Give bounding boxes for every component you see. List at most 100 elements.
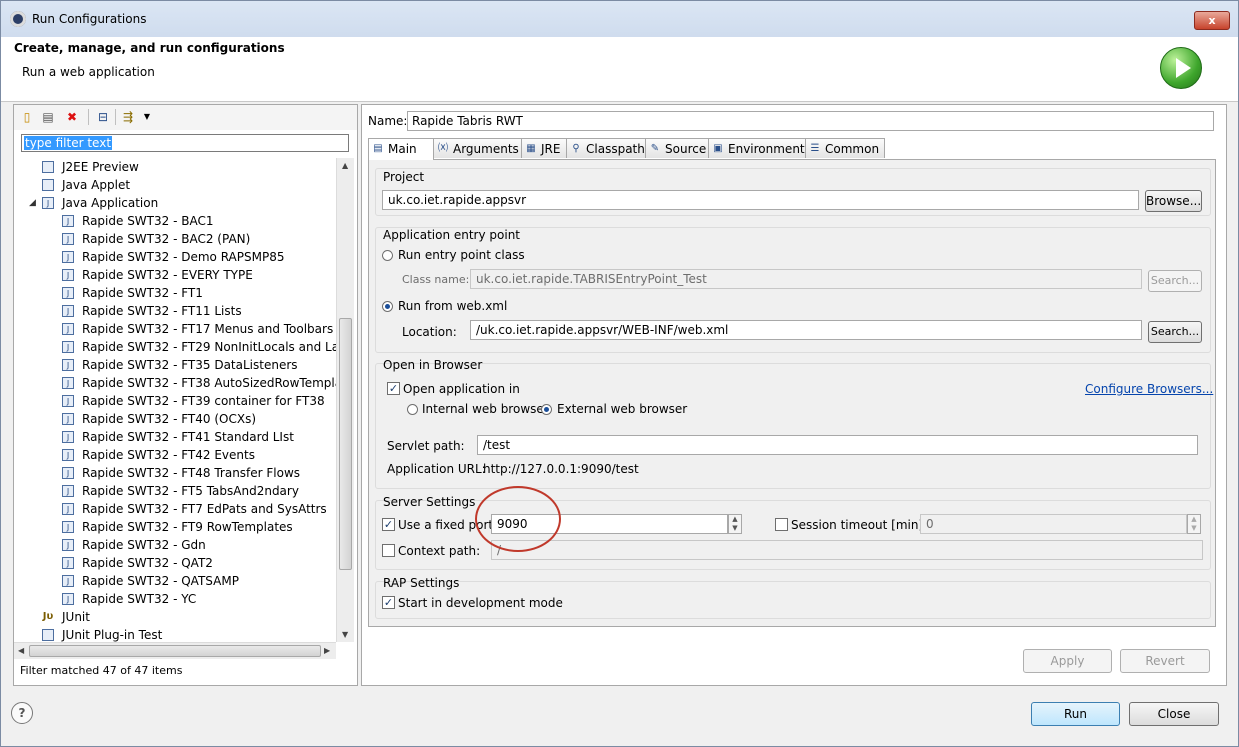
scroll-left-arrow-icon[interactable]: ◀ — [18, 646, 24, 655]
java-application-icon: J — [42, 197, 54, 209]
main-tab-content: Project uk.co.iet.rapide.appsvr Browse..… — [368, 159, 1216, 627]
help-icon[interactable]: ? — [11, 702, 33, 724]
context-path-input[interactable]: / — [491, 540, 1203, 560]
project-input[interactable]: uk.co.iet.rapide.appsvr — [382, 190, 1139, 210]
filter-selected-text: type filter text — [24, 136, 113, 150]
location-search-button[interactable]: Search... — [1148, 321, 1202, 343]
tab-main[interactable]: ▤ Main — [368, 138, 434, 160]
fixed-port-checkbox[interactable]: ✓ — [382, 518, 395, 531]
run-entry-class-radio[interactable] — [382, 250, 393, 261]
timeout-spinner[interactable]: ▲ ▼ — [1187, 514, 1201, 534]
new-configuration-icon[interactable]: ▯ — [20, 110, 34, 124]
java-launch-config-icon: J — [62, 305, 74, 317]
tree-vertical-scrollbar[interactable]: ▲ ▼ — [336, 158, 354, 642]
run-from-web-xml-radio[interactable] — [382, 301, 393, 312]
config-label: Rapide SWT32 - BAC2 (PAN) — [82, 232, 251, 246]
tree-item-junit-plugin-test[interactable]: JUnit Plug-in Test — [14, 626, 336, 642]
java-launch-config-icon: J — [62, 449, 74, 461]
port-spinner[interactable]: ▲ ▼ — [728, 514, 742, 534]
tree-item-config[interactable]: J Rapide SWT32 - Demo RAPSMP85 — [14, 248, 336, 266]
internal-browser-radio[interactable] — [407, 404, 418, 415]
tab-classpath[interactable]: ⚲ Classpath — [566, 138, 646, 158]
expanded-twisty-icon[interactable]: ◢ — [29, 194, 36, 212]
configure-browsers-link[interactable]: Configure Browsers... — [1085, 382, 1213, 396]
tree-item-config[interactable]: J Rapide SWT32 - BAC1 — [14, 212, 336, 230]
window-title: Run Configurations — [32, 12, 147, 26]
tree-item-config[interactable]: J Rapide SWT32 - FT9 RowTemplates — [14, 518, 336, 536]
tree-item-config[interactable]: J Rapide SWT32 - EVERY TYPE — [14, 266, 336, 284]
apply-button[interactable]: Apply — [1023, 649, 1112, 673]
dev-mode-checkbox[interactable]: ✓ — [382, 596, 395, 609]
tree-item-config[interactable]: J Rapide SWT32 - FT35 DataListeners — [14, 356, 336, 374]
vertical-scroll-thumb[interactable] — [339, 318, 352, 570]
tree-item-config[interactable]: J Rapide SWT32 - FT41 Standard LIst — [14, 428, 336, 446]
class-search-button[interactable]: Search... — [1148, 270, 1202, 292]
tree-item-config[interactable]: J Rapide SWT32 - FT17 Menus and Toolbars — [14, 320, 336, 338]
project-group-label: Project — [383, 170, 425, 184]
app-url-value: http://127.0.0.1:9090/test — [483, 462, 639, 476]
tree-item-java-application[interactable]: ◢ J Java Application — [14, 194, 336, 212]
revert-button[interactable]: Revert — [1120, 649, 1210, 673]
tree-item-config[interactable]: J Rapide SWT32 - Gdn — [14, 536, 336, 554]
filter-menu-chevron-down-icon[interactable]: ▼ — [140, 110, 154, 124]
delete-icon[interactable]: ✖ — [65, 110, 79, 124]
context-path-checkbox[interactable] — [382, 544, 395, 557]
location-input[interactable]: /uk.co.iet.rapide.appsvr/WEB-INF/web.xml — [470, 320, 1142, 340]
tab-common[interactable]: ☰ Common — [805, 138, 885, 158]
tab-arguments[interactable]: ⒳ Arguments — [433, 138, 522, 158]
tree-item-config[interactable]: J Rapide SWT32 - FT1 — [14, 284, 336, 302]
session-timeout-checkbox[interactable] — [775, 518, 788, 531]
java-launch-config-icon: J — [62, 395, 74, 407]
tree-item-config[interactable]: J Rapide SWT32 - FT5 TabsAnd2ndary — [14, 482, 336, 500]
config-label: Rapide SWT32 - FT17 Menus and Toolbars — [82, 322, 334, 336]
tree-item-config[interactable]: J Rapide SWT32 - FT39 container for FT38 — [14, 392, 336, 410]
filter-status: Filter matched 47 of 47 items — [20, 664, 183, 677]
project-browse-button[interactable]: Browse... — [1145, 190, 1202, 212]
java-launch-config-icon: J — [62, 215, 74, 227]
filter-icon[interactable]: ⇶ — [121, 110, 135, 124]
tree-item-config[interactable]: J Rapide SWT32 - YC — [14, 590, 336, 608]
tree-item-config[interactable]: J Rapide SWT32 - QATSAMP — [14, 572, 336, 590]
tab-environment[interactable]: ▣ Environment — [708, 138, 806, 158]
close-button[interactable]: Close — [1129, 702, 1219, 726]
tree-item-config[interactable]: J Rapide SWT32 - FT42 Events — [14, 446, 336, 464]
duplicate-icon[interactable]: ▤ — [41, 110, 55, 124]
tree-item-config[interactable]: J Rapide SWT32 - FT7 EdPats and SysAttrs — [14, 500, 336, 518]
class-name-label: Class name: — [402, 273, 470, 286]
name-input[interactable]: Rapide Tabris RWT — [407, 111, 1214, 131]
run-button[interactable]: Run — [1031, 702, 1120, 726]
dialog-header: Create, manage, and run configurations R… — [1, 37, 1238, 102]
dev-mode-label: Start in development mode — [398, 596, 563, 610]
scroll-right-arrow-icon[interactable]: ▶ — [324, 646, 330, 655]
window-close-button[interactable]: x — [1194, 11, 1230, 30]
toolbar-separator — [88, 109, 89, 125]
session-timeout-input[interactable]: 0 — [920, 514, 1187, 534]
external-browser-radio[interactable] — [541, 404, 552, 415]
tree-item-junit[interactable]: Jυ JUnit — [14, 608, 336, 626]
open-app-in-checkbox[interactable]: ✓ — [387, 382, 400, 395]
class-name-input[interactable]: uk.co.iet.rapide.TABRISEntryPoint_Test — [470, 269, 1142, 289]
tree-item-config[interactable]: J Rapide SWT32 - FT11 Lists — [14, 302, 336, 320]
config-label: Rapide SWT32 - FT11 Lists — [82, 304, 242, 318]
filter-input[interactable]: type filter text — [21, 134, 352, 152]
horizontal-scroll-thumb[interactable] — [29, 645, 321, 657]
tree-item-config[interactable]: J Rapide SWT32 - FT38 AutoSizedRowTemplat… — [14, 374, 336, 392]
tree-item-config[interactable]: J Rapide SWT32 - FT48 Transfer Flows — [14, 464, 336, 482]
tree-item-config[interactable]: J Rapide SWT32 - FT40 (OCXs) — [14, 410, 336, 428]
tree-item-config[interactable]: J Rapide SWT32 - QAT2 — [14, 554, 336, 572]
tree-horizontal-scrollbar[interactable]: ◀ ▶ — [14, 642, 336, 659]
tab-source[interactable]: ✎ Source — [645, 138, 709, 158]
config-label: Rapide SWT32 - Gdn — [82, 538, 206, 552]
tab-jre[interactable]: ▦ JRE — [521, 138, 567, 158]
java-launch-config-icon: J — [62, 485, 74, 497]
config-label: Rapide SWT32 - FT7 EdPats and SysAttrs — [82, 502, 327, 516]
servlet-path-input[interactable]: /test — [477, 435, 1198, 455]
tree-item-config[interactable]: J Rapide SWT32 - FT29 NonInitLocals and L… — [14, 338, 336, 356]
scroll-down-arrow-icon[interactable]: ▼ — [342, 630, 348, 639]
collapse-all-icon[interactable]: ⊟ — [96, 110, 110, 124]
scroll-up-arrow-icon[interactable]: ▲ — [342, 161, 348, 170]
tree-item-config[interactable]: J Rapide SWT32 - BAC2 (PAN) — [14, 230, 336, 248]
config-label: Rapide SWT32 - Demo RAPSMP85 — [82, 250, 285, 264]
tree-item-java-applet[interactable]: Java Applet — [14, 176, 336, 194]
tree-item-j2ee-preview[interactable]: J2EE Preview — [14, 158, 336, 176]
